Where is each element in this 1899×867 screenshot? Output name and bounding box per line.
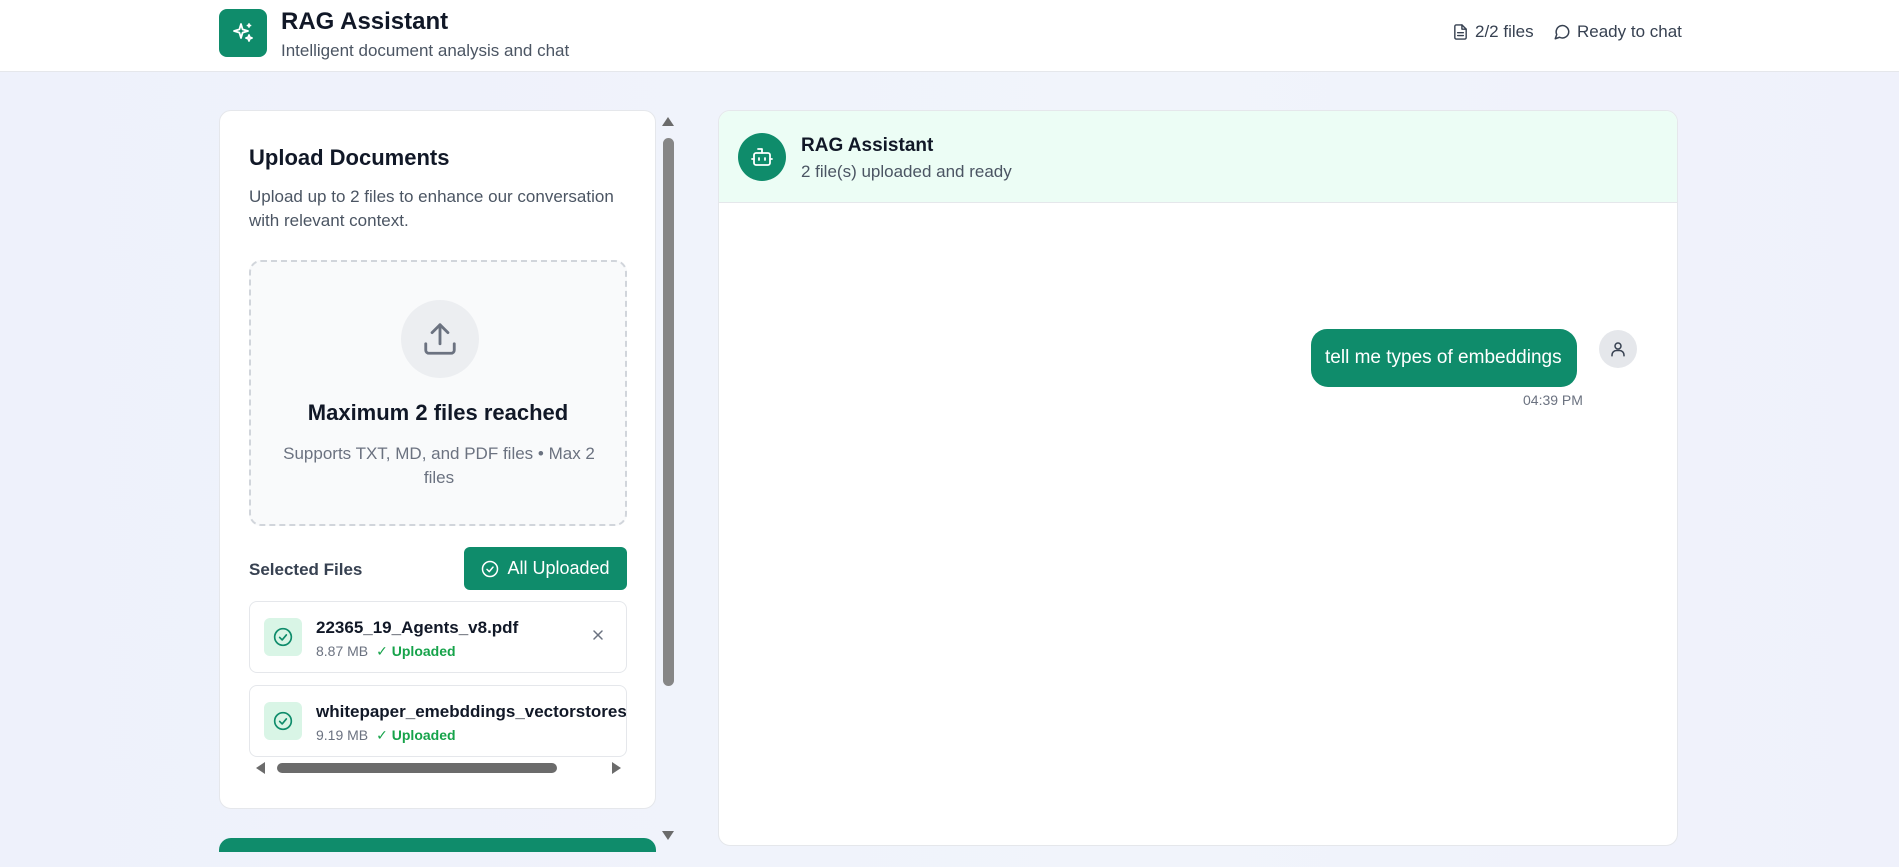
file-meta: 9.19 MB ✓ Uploaded bbox=[316, 727, 456, 744]
message-circle-icon bbox=[1554, 24, 1570, 40]
upload-icon bbox=[401, 300, 479, 378]
chat-header: RAG Assistant 2 file(s) uploaded and rea… bbox=[719, 111, 1677, 203]
scrollbar-thumb[interactable] bbox=[663, 138, 674, 686]
message-viewport: tell me types of embeddings bbox=[718, 203, 1658, 708]
files-status-label: 2/2 files bbox=[1475, 22, 1534, 41]
file-name: whitepaper_emebddings_vectorstores_v2 bbox=[316, 702, 627, 721]
file-item: whitepaper_emebddings_vectorstores_v2 9.… bbox=[249, 685, 627, 757]
file-status: ✓ Uploaded bbox=[376, 643, 456, 659]
scroll-down-arrow-icon[interactable] bbox=[662, 831, 674, 840]
file-dropzone[interactable]: Maximum 2 files reached Supports TXT, MD… bbox=[249, 260, 627, 526]
app-title: RAG Assistant bbox=[281, 8, 449, 35]
check-circle-icon bbox=[264, 618, 302, 656]
scroll-left-arrow-icon[interactable] bbox=[256, 762, 265, 774]
files-status: 2/2 files bbox=[1452, 22, 1534, 42]
file-size: 8.87 MB bbox=[316, 643, 369, 659]
dropzone-title: Maximum 2 files reached bbox=[307, 400, 569, 425]
chat-status: Ready to chat bbox=[1553, 22, 1682, 42]
upload-panel: Upload Documents Upload up to 2 files to… bbox=[219, 110, 656, 809]
scrollbar-thumb[interactable] bbox=[277, 763, 557, 773]
horizontal-scrollbar[interactable] bbox=[256, 761, 626, 775]
chat-status-label: Ready to chat bbox=[1577, 22, 1682, 41]
app-subtitle: Intelligent document analysis and chat bbox=[281, 41, 570, 60]
scroll-up-arrow-icon[interactable] bbox=[662, 117, 674, 126]
check-circle-icon bbox=[482, 560, 499, 577]
dropzone-note: Supports TXT, MD, and PDF files • Max 2 … bbox=[283, 444, 595, 487]
check-circle-icon bbox=[264, 702, 302, 740]
sparkles-icon bbox=[219, 9, 267, 57]
file-icon bbox=[1454, 24, 1467, 40]
vertical-scrollbar[interactable] bbox=[659, 110, 677, 846]
upload-title: Upload Documents bbox=[249, 145, 450, 170]
bot-icon bbox=[738, 133, 786, 181]
all-uploaded-button[interactable]: All Uploaded bbox=[464, 547, 627, 590]
file-size: 9.19 MB bbox=[316, 727, 369, 743]
remove-file-icon[interactable] bbox=[590, 626, 606, 649]
scroll-right-arrow-icon[interactable] bbox=[612, 762, 621, 774]
file-meta: 8.87 MB ✓ Uploaded bbox=[316, 643, 456, 660]
selected-files-label: Selected Files bbox=[249, 560, 363, 579]
file-item: 22365_19_Agents_v8.pdf 8.87 MB ✓ Uploaded bbox=[249, 601, 627, 673]
all-uploaded-label: All Uploaded bbox=[507, 558, 610, 578]
next-card-edge bbox=[219, 838, 656, 852]
app-header: RAG Assistant Intelligent document analy… bbox=[0, 0, 1899, 72]
file-status: ✓ Uploaded bbox=[376, 727, 456, 743]
user-message: tell me types of embeddings bbox=[1311, 329, 1576, 386]
chat-subtitle: 2 file(s) uploaded and ready bbox=[801, 162, 1012, 181]
chat-title: RAG Assistant bbox=[801, 135, 934, 156]
upload-description: Upload up to 2 files to enhance our conv… bbox=[249, 187, 614, 230]
file-name: 22365_19_Agents_v8.pdf bbox=[316, 618, 519, 637]
message-text: tell me types of embeddings bbox=[1325, 347, 1562, 368]
